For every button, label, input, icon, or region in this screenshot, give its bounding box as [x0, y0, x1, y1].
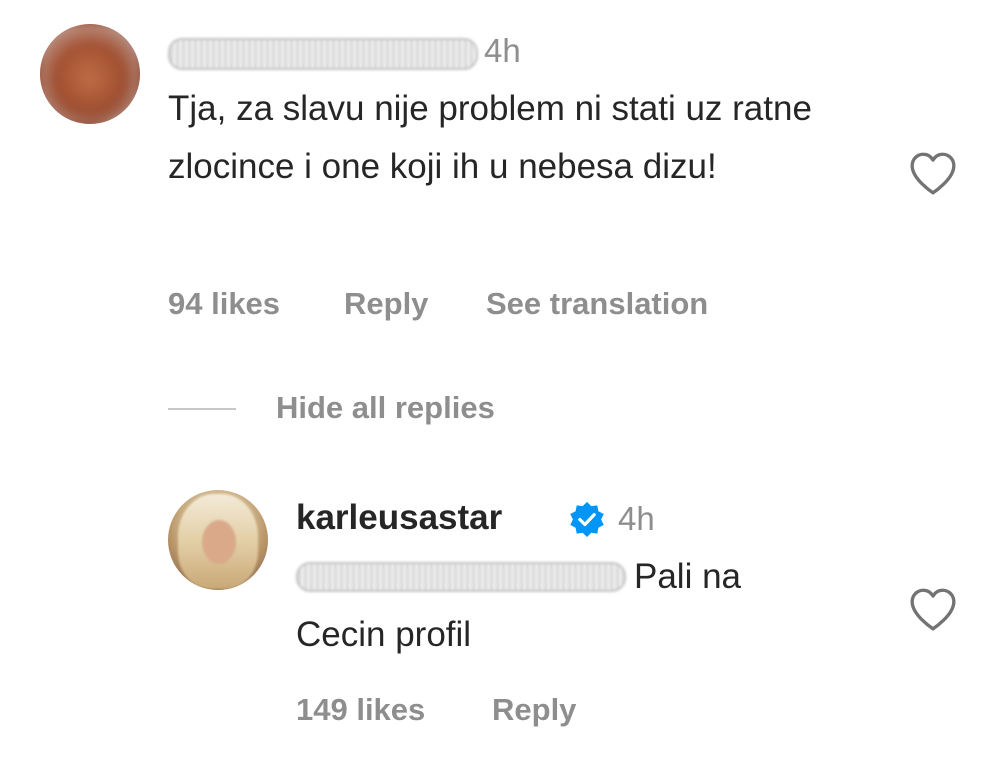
avatar-blur [40, 24, 140, 124]
replies-divider [168, 408, 236, 410]
reply-text-line1: Pali na [634, 557, 742, 596]
verified-badge-icon [570, 501, 604, 538]
comment-time: 4h [484, 32, 521, 69]
commenter-avatar[interactable] [40, 24, 140, 124]
reply-avatar[interactable] [168, 490, 268, 590]
comments-thread: 4h Tja, za slavu nije problem ni stati u… [0, 0, 1000, 778]
reply-likes[interactable]: 149 likes [296, 692, 425, 728]
reply-time: 4h [618, 500, 655, 537]
reply-text-line2: Cecin profil [296, 615, 472, 654]
avatar-face [202, 520, 236, 564]
redacted-username[interactable] [168, 38, 478, 70]
heart-icon[interactable] [908, 586, 958, 632]
reply-username[interactable]: karleusastar [296, 498, 502, 538]
reply-reply-button[interactable]: Reply [492, 692, 576, 728]
see-translation-button[interactable]: See translation [486, 286, 708, 322]
redacted-mention[interactable] [296, 562, 626, 592]
comment-reply-button[interactable]: Reply [344, 286, 428, 322]
hide-replies-button[interactable]: Hide all replies [276, 390, 495, 426]
comment-text: Tja, za slavu nije problem ni stati uz r… [168, 89, 812, 186]
comment-likes[interactable]: 94 likes [168, 286, 280, 322]
heart-icon[interactable] [908, 150, 958, 196]
